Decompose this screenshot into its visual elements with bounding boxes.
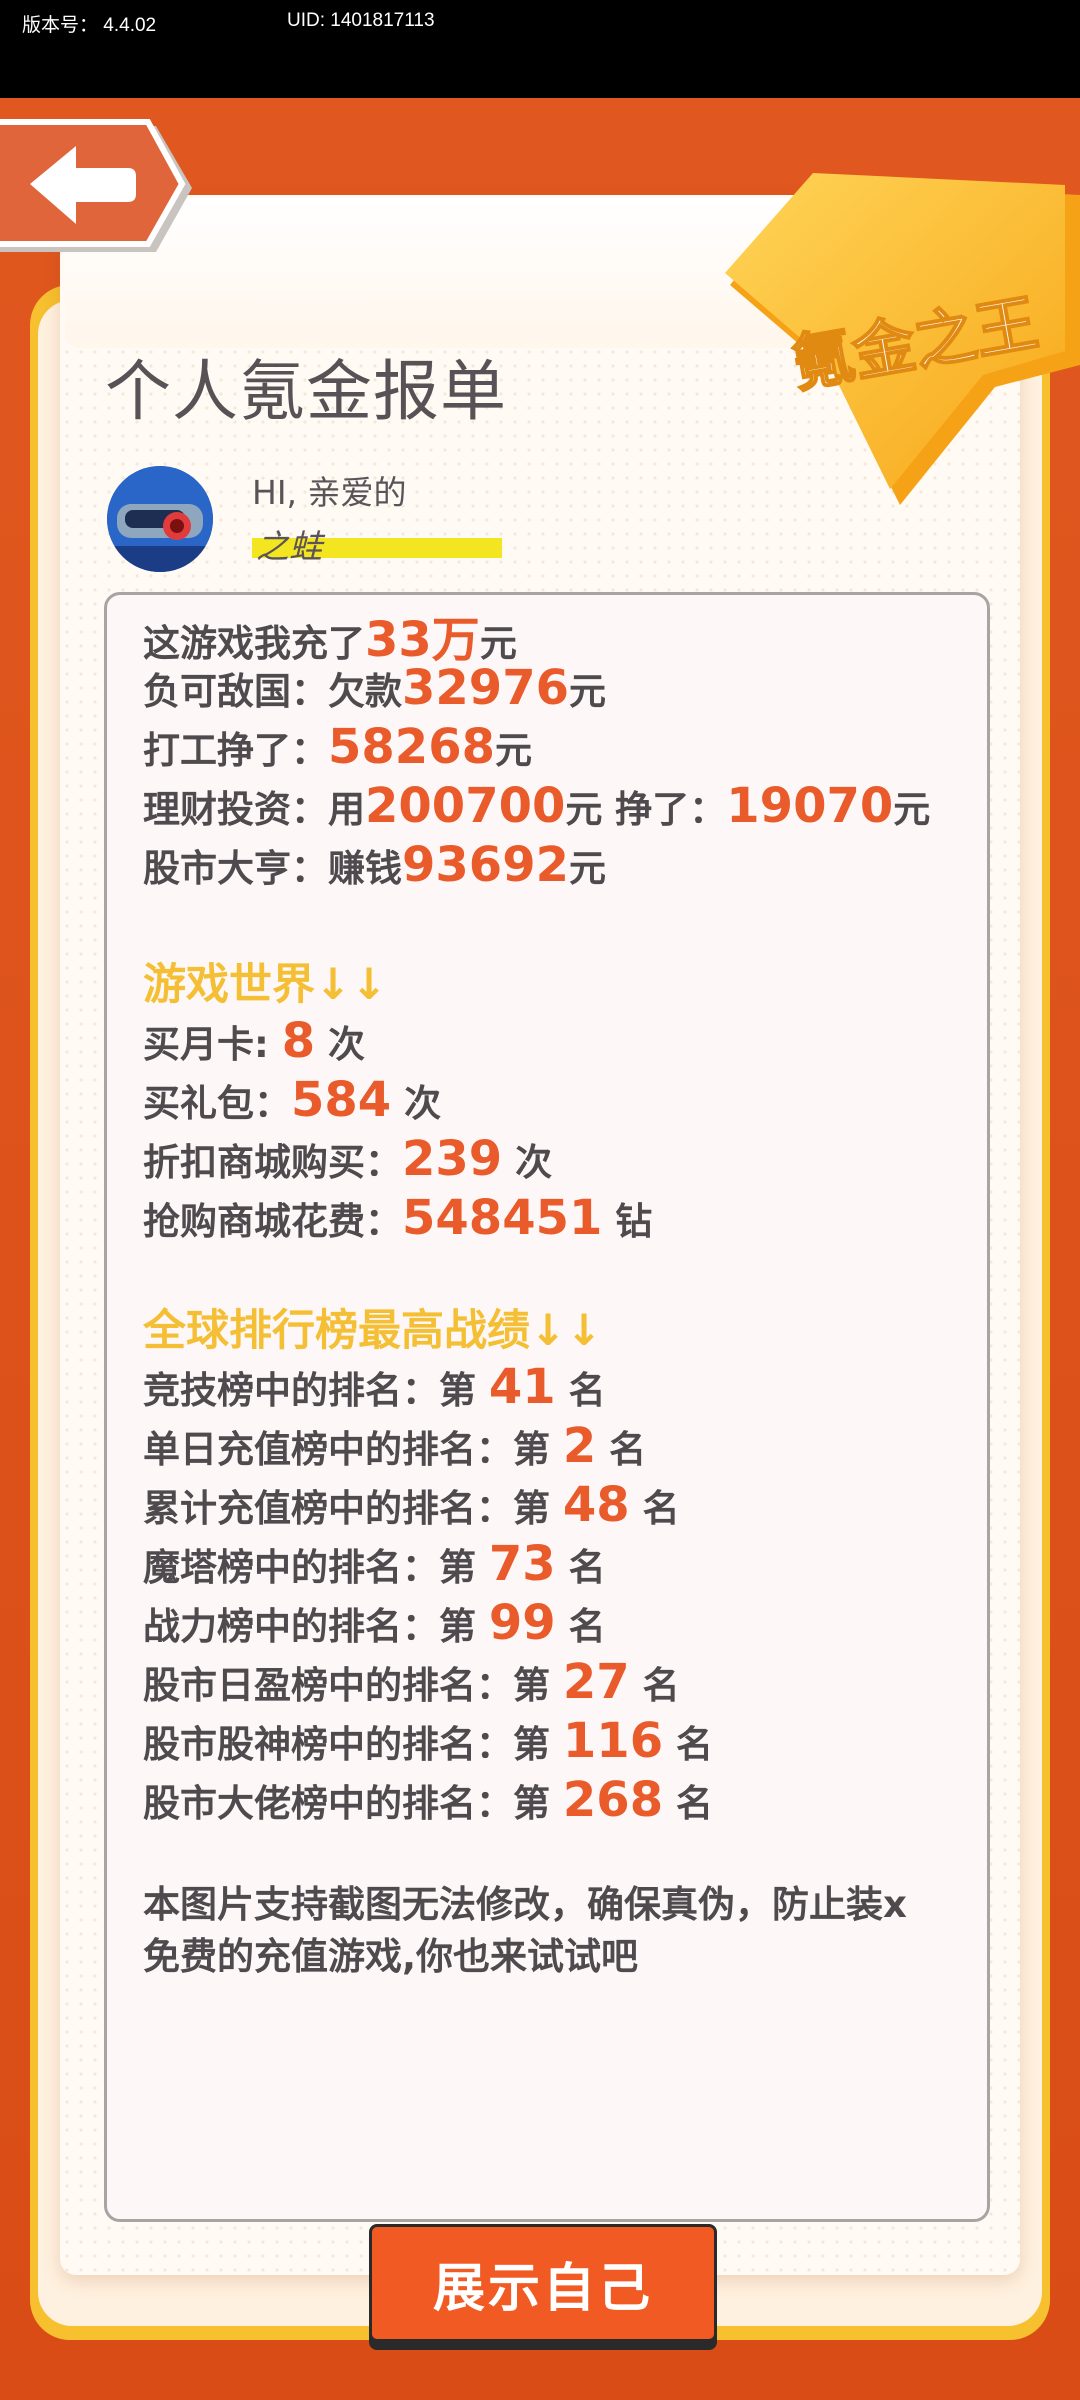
stat-debt: 负可敌国：欠款32976元 [143, 660, 606, 716]
king-badge: 氪金之王 [725, 165, 1080, 505]
game-stat-discount-shop: 折扣商城购买：239 次 [143, 1131, 553, 1187]
back-arrow-icon [0, 119, 192, 252]
game-stat-gift-pack: 买礼包：584 次 [143, 1072, 442, 1128]
rank-section-title: 全球排行榜最高战绩↓↓ [143, 1306, 603, 1356]
user-name: 之蛙 [256, 527, 322, 566]
rank-power: 战力榜中的排名：第 99 名 [143, 1595, 606, 1651]
game-stat-monthly-card: 买月卡: 8 次 [143, 1013, 365, 1069]
footer-line-2: 免费的充值游戏,你也来试试吧 [143, 1935, 639, 1978]
version-label: 版本号： 4.4.02 [22, 15, 157, 36]
stat-invest: 理财投资：用200700元 挣了：19070元 [143, 778, 931, 834]
rank-daily-recharge: 单日充值榜中的排名：第 2 名 [143, 1418, 647, 1474]
show-myself-button[interactable]: 展示自己 [369, 2224, 717, 2342]
footer-line-1: 本图片支持截图无法修改，确保真伪，防止装x [143, 1883, 907, 1926]
stat-stock: 股市大亨：赚钱93692元 [143, 837, 606, 893]
rank-total-recharge: 累计充值榜中的排名：第 48 名 [143, 1477, 680, 1533]
page-title: 个人氪金报单 [105, 353, 507, 430]
robot-avatar-icon [107, 466, 213, 572]
rank-stock-boss: 股市大佬榜中的排名：第 268 名 [143, 1772, 713, 1828]
rank-stock-daily: 股市日盈榜中的排名：第 27 名 [143, 1654, 680, 1710]
rank-stock-god: 股市股神榜中的排名：第 116 名 [143, 1713, 713, 1769]
rank-magic-tower: 魔塔榜中的排名：第 73 名 [143, 1536, 606, 1592]
greeting-text: HI, 亲爱的 [252, 473, 407, 512]
rank-arena: 竞技榜中的排名：第 41 名 [143, 1359, 606, 1415]
game-section-title: 游戏世界↓↓ [143, 960, 388, 1010]
uid-label: UID: 1401817113 [287, 10, 435, 31]
back-button[interactable] [0, 118, 196, 260]
avatar[interactable] [107, 466, 213, 572]
game-stat-flash-shop: 抢购商城花费：548451 钻 [143, 1190, 653, 1246]
stat-work: 打工挣了：58268元 [143, 719, 532, 775]
status-bar: 版本号： 4.4.02 UID: 1401817113 [0, 0, 1080, 98]
